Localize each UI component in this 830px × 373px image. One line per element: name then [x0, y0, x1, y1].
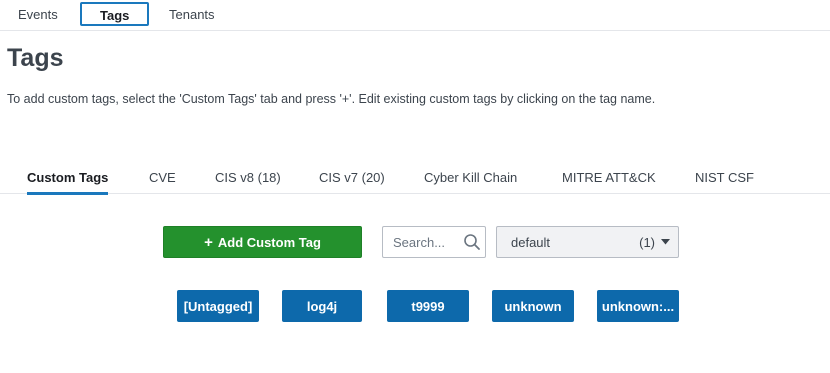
tab-cis-v7[interactable]: CIS v7 (20)	[319, 170, 385, 185]
tag-log4j[interactable]: log4j	[282, 290, 362, 322]
tab-events[interactable]: Events	[18, 7, 58, 22]
search-icon[interactable]	[463, 233, 481, 251]
tab-mitre-attack[interactable]: MITRE ATT&CK	[562, 170, 656, 185]
tab-tags[interactable]: Tags	[80, 2, 150, 26]
tab-cyber-kill-chain[interactable]: Cyber Kill Chain	[424, 170, 517, 185]
select-value: default	[511, 234, 551, 250]
tag-set-select[interactable]: default (1)	[496, 226, 679, 258]
add-custom-tag-button[interactable]: + Add Custom Tag	[163, 226, 362, 258]
tag-unknown[interactable]: unknown	[492, 290, 574, 322]
top-tab-bar: Events Tags Tenants	[0, 0, 830, 31]
sub-tab-bar: Custom Tags CVE CIS v8 (18) CIS v7 (20) …	[0, 160, 830, 195]
plus-icon: +	[204, 233, 213, 251]
tab-custom-tags[interactable]: Custom Tags	[27, 170, 109, 195]
tag-untagged[interactable]: [Untagged]	[177, 290, 259, 322]
tag-t9999[interactable]: t9999	[387, 290, 469, 322]
tab-nist-csf[interactable]: NIST CSF	[695, 170, 754, 185]
tab-cve[interactable]: CVE	[149, 170, 176, 185]
page-title: Tags	[7, 44, 64, 72]
tab-cis-v8[interactable]: CIS v8 (18)	[215, 170, 281, 185]
caret-down-icon	[661, 239, 670, 245]
tag-unknown-truncated[interactable]: unknown:...	[597, 290, 679, 322]
search-input[interactable]	[393, 234, 463, 250]
add-custom-tag-label: Add Custom Tag	[217, 234, 321, 250]
page-description: To add custom tags, select the 'Custom T…	[7, 92, 656, 106]
select-count: (1)	[639, 234, 655, 250]
search-box[interactable]	[382, 226, 486, 258]
tab-tenants[interactable]: Tenants	[169, 7, 215, 22]
